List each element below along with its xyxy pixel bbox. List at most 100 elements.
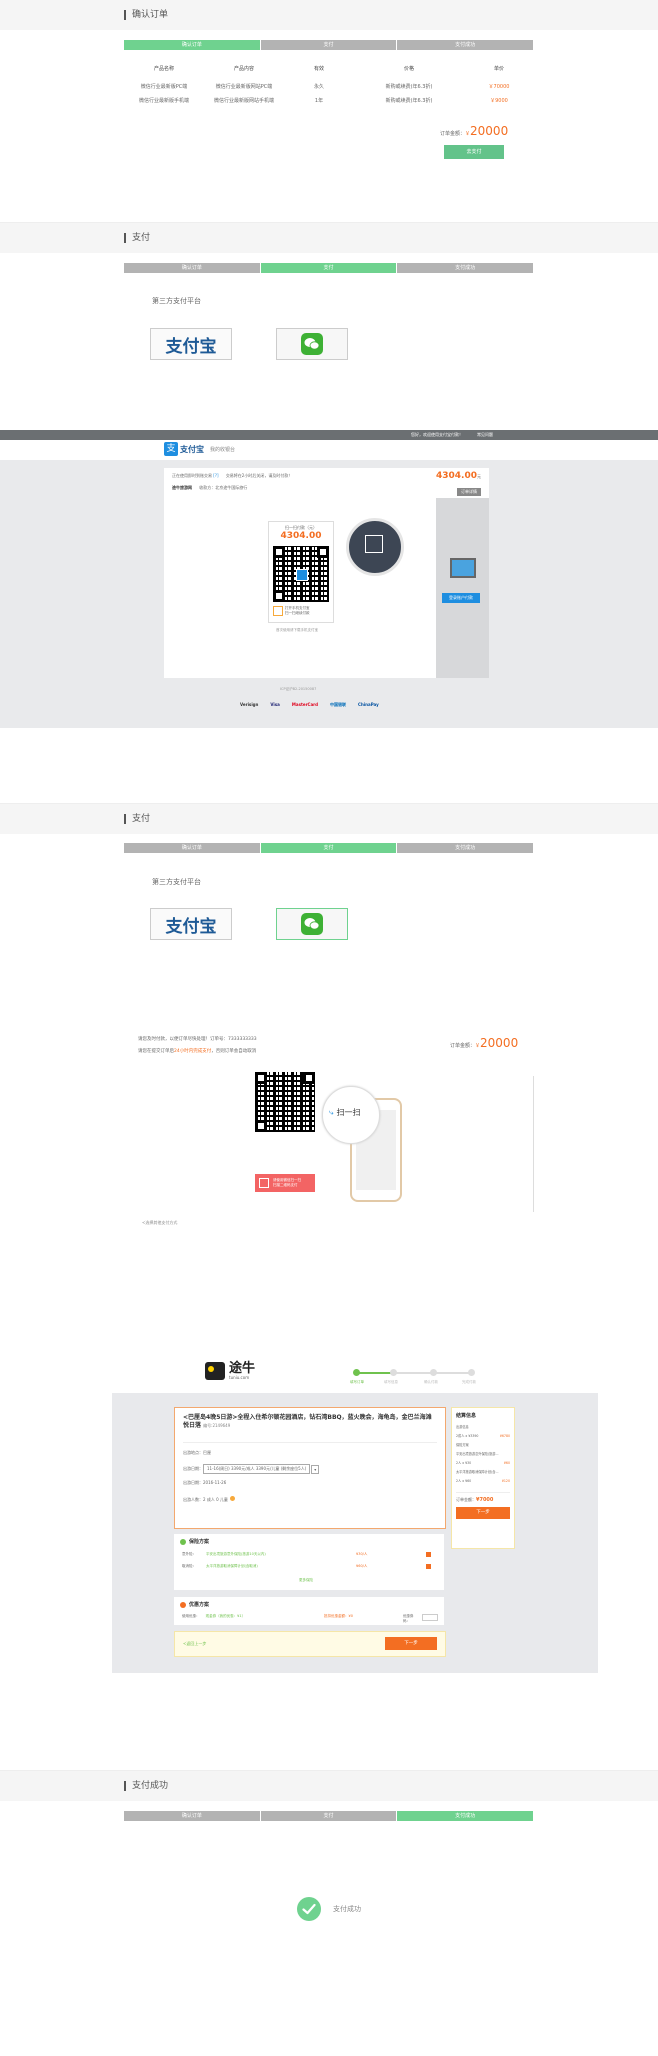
insurance-row: 取消险： 太平洋旅游取消保障计划(含取消) ¥60/人: [182, 1564, 438, 1569]
step-success: 支付成功: [397, 263, 534, 273]
cell: 微信行业最新版网站手机端: [213, 98, 274, 104]
settlement-item: 太平洋旅游取消保障计划(含...: [456, 1470, 499, 1474]
insurance-price: ¥30/人: [356, 1552, 368, 1556]
pay-button[interactable]: 去支付: [444, 145, 504, 159]
merchant-label: 途牛旅游网: [172, 485, 192, 490]
alipay-logo-sub: 我的收银台: [210, 446, 236, 453]
topbar-faq[interactable]: 常见问题: [477, 432, 493, 438]
cell: 新购或续费(年6.3折): [385, 84, 433, 90]
back-link[interactable]: <返回上一步: [183, 1641, 206, 1647]
cell: 永久: [313, 84, 324, 90]
scan-hint: 打开手机支付宝 扫一扫继续付款: [273, 606, 329, 616]
step-success: 支付成功: [397, 40, 534, 50]
alipay-logo: 支 支付宝 我的收银台: [164, 442, 235, 456]
step-confirm: 确认订单: [124, 843, 260, 853]
security-brands: Verisign Visa MasterCard 中国银联 ChinaPay: [240, 702, 379, 708]
amount-value: 4304.00: [436, 471, 477, 481]
row-label: 出游人数：: [183, 1497, 203, 1502]
alipay-logo-text: 支付宝: [165, 916, 217, 937]
row-label: 出游日期：: [183, 1466, 203, 1471]
order-total: 订单金额：￥20000: [440, 124, 540, 138]
settlement-row: 保险方案: [456, 1441, 510, 1450]
settlement-item: 平安出境旅游意外保险(旅游...: [456, 1452, 499, 1456]
confirm-order-header: 确认订单: [0, 0, 658, 30]
table-row: 微信行业最新版PC端 微信行业最新版网站PC端 永久 新购或续费(年6.3折) …: [124, 80, 534, 94]
settlement-row: 2成人 x ¥3390 ¥6780: [456, 1432, 510, 1441]
insurance-name[interactable]: 太平洋旅游取消保障计划(含取消): [206, 1564, 356, 1569]
settlement-panel: 结算信息 出游信息 2成人 x ¥3390 ¥6780 保险方案 平安出境旅游意外…: [451, 1407, 515, 1549]
coupon-row: 使用优惠： 现金券（我的优惠：¥1） 抵扣优惠金额：¥0 优惠券码：: [182, 1614, 439, 1624]
brand-unionpay: 中国银联: [330, 702, 347, 707]
product-row: 出游地点：巴厘: [183, 1450, 211, 1456]
cell: 微信行业最新版PC端: [140, 84, 188, 90]
insurance-row: 意外险： 平安出境旅游意外保险(旅游10天以内) ¥30/人: [182, 1552, 438, 1557]
notice-help-link[interactable]: [?]: [213, 473, 218, 478]
merchant-panel: 正在使用即时到账交易 [?] 交易将在2小时后关闭，请及时付款！ 途牛旅游网 收…: [164, 468, 489, 498]
step-bar: 确认订单 支付 支付成功: [124, 843, 534, 853]
wechat-icon: [301, 333, 323, 355]
phone-scan-illustration: [346, 518, 404, 576]
alipay-topbar: 您好，欢迎使用支付宝付款！ 常见问题: [0, 430, 658, 440]
product-code: 编号:2149649: [203, 1423, 231, 1428]
scan-frame-icon: [273, 606, 283, 616]
settlement-amount: ¥60: [503, 1461, 510, 1465]
total-label: 订单金额：: [450, 1043, 476, 1049]
deadline-a: 请您在提交订单后: [138, 1049, 174, 1054]
notice: 正在使用即时到账交易 [?] 交易将在2小时后关闭，请及时付款！: [172, 473, 292, 479]
coupon-code-input[interactable]: [422, 1614, 439, 1621]
step-success: 支付成功: [397, 1811, 534, 1821]
computer-icon: [450, 558, 476, 578]
topbar-welcome: 您好，欢迎使用支付宝付款！: [411, 432, 463, 437]
settlement-item: 保险方案: [456, 1443, 469, 1447]
settlement-row: 2人 x ¥60 ¥120: [456, 1477, 510, 1486]
coupon-select[interactable]: 现金券（我的优惠：¥1）: [206, 1614, 324, 1624]
step-bar: 确认订单 支付 支付成功: [124, 1811, 534, 1821]
chevron-down-icon[interactable]: ▾: [311, 1464, 320, 1474]
next-button[interactable]: 下一步: [385, 1637, 437, 1650]
other-methods-link[interactable]: <选择其他支付方式: [142, 1220, 177, 1226]
wechat-option[interactable]: [276, 908, 348, 940]
checkbox[interactable]: [426, 1552, 431, 1557]
alipay-option[interactable]: 支付宝: [150, 908, 232, 940]
insurance-box: 保险方案 意外险： 平安出境旅游意外保险(旅游10天以内) ¥30/人 取消险： 太平…: [174, 1534, 444, 1590]
total-label: 订单金额：: [440, 131, 466, 137]
step-pay: 支付: [260, 1811, 397, 1821]
login-pay-button[interactable]: 登录账户付款: [442, 593, 480, 603]
wechat-option[interactable]: [276, 328, 348, 360]
checkbox[interactable]: [426, 1564, 431, 1569]
product-box: <巴厘岛4晚5日游>全程入住希尔顿花园酒店，钻石湾BBQ，蓝火晚会，海龟岛，金巴…: [174, 1407, 446, 1529]
settlement-title: 结算信息: [456, 1413, 477, 1419]
insurance-price: ¥60/人: [356, 1564, 368, 1568]
settlement-amount: ¥6780: [499, 1434, 510, 1438]
date-select[interactable]: 11-16(周日) 3390元/成人 3390元/儿童 (剩余座位5人): [203, 1464, 311, 1474]
progress-step-2: 填写信息: [384, 1380, 398, 1384]
brand-chinapay: ChinaPay: [358, 702, 379, 707]
alipay-logo-icon: 支: [164, 442, 178, 456]
scan-frame-icon: [365, 535, 383, 553]
alipay-option[interactable]: 支付宝: [150, 328, 232, 360]
col-product-name: 产品名称: [153, 66, 174, 72]
settlement-next-button[interactable]: 下一步: [456, 1507, 510, 1519]
notice-text-2: 交易将在2小时后关闭，请及时付款！: [225, 473, 293, 478]
total-label: 订单金额：: [456, 1497, 476, 1502]
scan-hint-2: 扫一扫继续付款: [285, 611, 310, 615]
wechat-order-total: 订单金额：￥20000: [450, 1036, 518, 1050]
order-detail-button[interactable]: 订单详情: [457, 488, 481, 496]
step-bar: 确认订单 支付 支付成功: [124, 40, 534, 50]
wechat-pay-info: 请您及时付款，以便订单尽快处理！订单号：7333333333 请您在提交订单后2…: [138, 1036, 257, 1054]
settlement-item: 出游信息: [456, 1425, 469, 1429]
step-success: 支付成功: [397, 843, 534, 853]
cell: 微信行业最新版网站PC端: [215, 84, 273, 90]
brand-mastercard: MasterCard: [291, 702, 319, 707]
more-insurance-link[interactable]: 更多保险: [299, 1578, 313, 1583]
amount-unit: 元: [477, 474, 481, 479]
success-text: 支付成功: [333, 1905, 361, 1913]
cell: ￥70000: [488, 84, 510, 90]
notice-text: 正在使用即时到账交易: [172, 473, 212, 478]
download-alipay-link[interactable]: 首次使用请下载手机支付宝: [276, 628, 318, 633]
traveler-stepper[interactable]: 2 成人 0 儿童: [203, 1497, 228, 1502]
tuniu-logo: 途牛 tuniu.com: [205, 1362, 255, 1380]
coupon-icon: [180, 1601, 186, 1608]
wechat-icon: [301, 913, 323, 935]
insurance-name[interactable]: 平安出境旅游意外保险(旅游10天以内): [206, 1552, 356, 1557]
